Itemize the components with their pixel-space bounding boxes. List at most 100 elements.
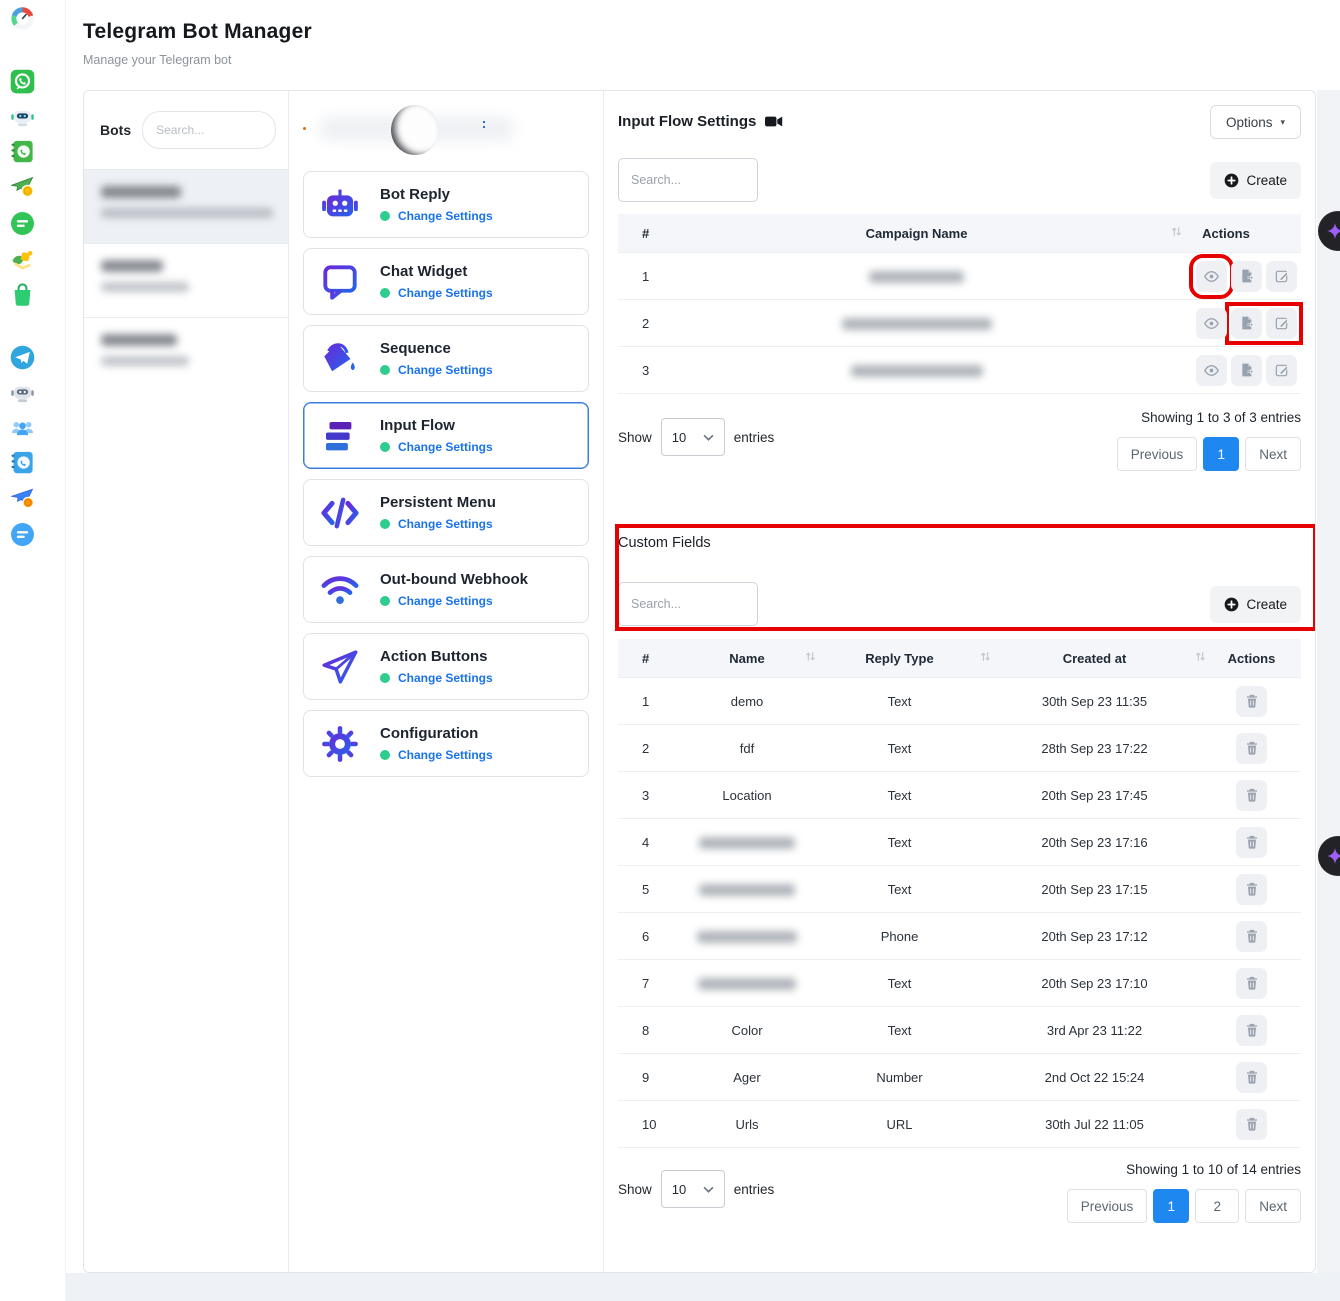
campaigns-table: # Campaign Name Actions 1 2 — [618, 214, 1301, 394]
column-header-campaign-name[interactable]: Campaign Name — [682, 226, 1151, 241]
settings-card-input-flow[interactable]: Input Flow Change Settings — [303, 402, 589, 469]
change-settings-link[interactable]: Change Settings — [398, 363, 493, 377]
flow-search-input[interactable] — [618, 158, 758, 202]
change-settings-link[interactable]: Change Settings — [398, 517, 493, 531]
column-header-name[interactable]: Name — [682, 651, 812, 666]
field-reply-type: Phone — [812, 929, 987, 944]
settings-panel: Bot Reply Change Settings Chat Widget Ch… — [289, 91, 604, 1272]
video-tutorial-icon[interactable] — [765, 115, 783, 128]
page-1-button[interactable]: 1 — [1203, 437, 1239, 471]
delete-button[interactable] — [1236, 921, 1267, 952]
telegram-app-icon[interactable] — [9, 344, 36, 371]
edit-button[interactable] — [1266, 355, 1297, 386]
column-header-num: # — [618, 651, 682, 666]
custom-fields-search-input[interactable] — [618, 582, 758, 626]
delete-button[interactable] — [1236, 827, 1267, 858]
chat-green-app-icon[interactable] — [9, 210, 36, 237]
field-created-at: 20th Sep 23 17:12 — [987, 929, 1202, 944]
delete-button[interactable] — [1236, 686, 1267, 717]
bot-list-item-2[interactable] — [84, 243, 288, 317]
custom-pagination: Previous 1 2 Next — [1061, 1189, 1301, 1223]
previous-page-button[interactable]: Previous — [1067, 1189, 1148, 1223]
delete-button[interactable] — [1236, 968, 1267, 999]
settings-card-bot-reply[interactable]: Bot Reply Change Settings — [303, 171, 589, 238]
field-created-at: 30th Sep 23 11:35 — [987, 694, 1202, 709]
export-button[interactable] — [1231, 261, 1262, 292]
view-button[interactable] — [1196, 308, 1227, 339]
plane-coin-green-app-icon[interactable] — [9, 173, 36, 200]
field-reply-type: Text — [812, 1023, 987, 1038]
custom-field-row-5: 5 Text 20th Sep 23 17:15 — [618, 866, 1301, 913]
status-dot — [380, 288, 390, 298]
custom-showing-text: Showing 1 to 10 of 14 entries — [1126, 1162, 1301, 1177]
settings-card-configuration[interactable]: Configuration Change Settings — [303, 710, 589, 777]
app-icon-rail — [0, 0, 66, 1301]
export-button[interactable] — [1231, 355, 1262, 386]
field-reply-type: URL — [812, 1117, 987, 1132]
change-settings-link[interactable]: Change Settings — [398, 671, 493, 685]
view-button[interactable] — [1196, 355, 1227, 386]
speed-dashboard-app-icon[interactable] — [9, 5, 36, 32]
row-number: 7 — [618, 976, 682, 991]
delete-button[interactable] — [1236, 733, 1267, 764]
status-dot — [380, 211, 390, 221]
inputflow-icon — [319, 415, 361, 457]
edit-button[interactable] — [1266, 261, 1297, 292]
sort-icon[interactable] — [979, 650, 992, 666]
flow-create-button[interactable]: Create — [1210, 162, 1301, 199]
page-1-button[interactable]: 1 — [1153, 1189, 1189, 1223]
column-header-reply-type[interactable]: Reply Type — [812, 651, 987, 666]
team-blue-app-icon[interactable] — [9, 414, 36, 441]
delete-button[interactable] — [1236, 1015, 1267, 1046]
change-settings-link[interactable]: Change Settings — [398, 440, 493, 454]
settings-card-persistent-menu[interactable]: Persistent Menu Change Settings — [303, 479, 589, 546]
robot-colored-app-icon[interactable] — [9, 103, 36, 130]
field-reply-type: Text — [812, 741, 987, 756]
settings-card-action-buttons[interactable]: Action Buttons Change Settings — [303, 633, 589, 700]
delete-button[interactable] — [1236, 1062, 1267, 1093]
chat-blue-app-icon[interactable] — [9, 521, 36, 548]
sort-icon[interactable] — [1194, 650, 1207, 666]
shop-bag-green-app-icon[interactable] — [9, 281, 36, 308]
view-button[interactable] — [1196, 261, 1227, 292]
sort-icon[interactable] — [1170, 225, 1183, 241]
settings-card-sequence[interactable]: Sequence Change Settings — [303, 325, 589, 392]
edit-button[interactable] — [1266, 308, 1297, 339]
delete-button[interactable] — [1236, 780, 1267, 811]
custom-fields-title: Custom Fields — [618, 535, 1301, 551]
bots-search-input[interactable] — [142, 111, 276, 149]
options-button[interactable]: Options▾ — [1210, 105, 1301, 139]
export-button[interactable] — [1231, 308, 1262, 339]
change-settings-link[interactable]: Change Settings — [398, 209, 493, 223]
caret-down-icon: ▾ — [1280, 117, 1285, 128]
previous-page-button[interactable]: Previous — [1117, 437, 1198, 471]
code-icon — [319, 492, 361, 534]
settings-card-chat-widget[interactable]: Chat Widget Change Settings — [303, 248, 589, 315]
campaign-row-3: 3 — [618, 347, 1301, 394]
custom-fields-create-button[interactable]: Create — [1210, 586, 1301, 623]
flow-page-size-select[interactable]: 10 — [661, 418, 725, 456]
change-settings-link[interactable]: Change Settings — [398, 748, 493, 762]
settings-card-out-bound-webhook[interactable]: Out-bound Webhook Change Settings — [303, 556, 589, 623]
bot-list-item-1[interactable] — [84, 169, 288, 243]
plane-badge-blue-app-icon[interactable] — [9, 484, 36, 511]
delete-button[interactable] — [1236, 874, 1267, 905]
sort-icon[interactable] — [804, 650, 817, 666]
blurred-bot-title — [101, 186, 181, 198]
robot-gray-app-icon[interactable] — [9, 379, 36, 406]
bot-list-item-3[interactable] — [84, 317, 288, 391]
change-settings-link[interactable]: Change Settings — [398, 286, 493, 300]
delete-button[interactable] — [1236, 1109, 1267, 1140]
whatsapp-app-icon[interactable] — [9, 68, 36, 95]
row-number: 9 — [618, 1070, 682, 1085]
custom-page-size-select[interactable]: 10 — [661, 1170, 725, 1208]
contacts-green-app-icon[interactable] — [9, 138, 36, 165]
partner-puzzle-app-icon[interactable] — [9, 245, 36, 272]
page-2-button[interactable]: 2 — [1195, 1189, 1239, 1223]
chevron-down-icon — [703, 434, 714, 441]
change-settings-link[interactable]: Change Settings — [398, 594, 493, 608]
next-page-button[interactable]: Next — [1245, 437, 1301, 471]
contacts-blue-app-icon[interactable] — [9, 449, 36, 476]
column-header-created-at[interactable]: Created at — [987, 651, 1202, 666]
next-page-button[interactable]: Next — [1245, 1189, 1301, 1223]
